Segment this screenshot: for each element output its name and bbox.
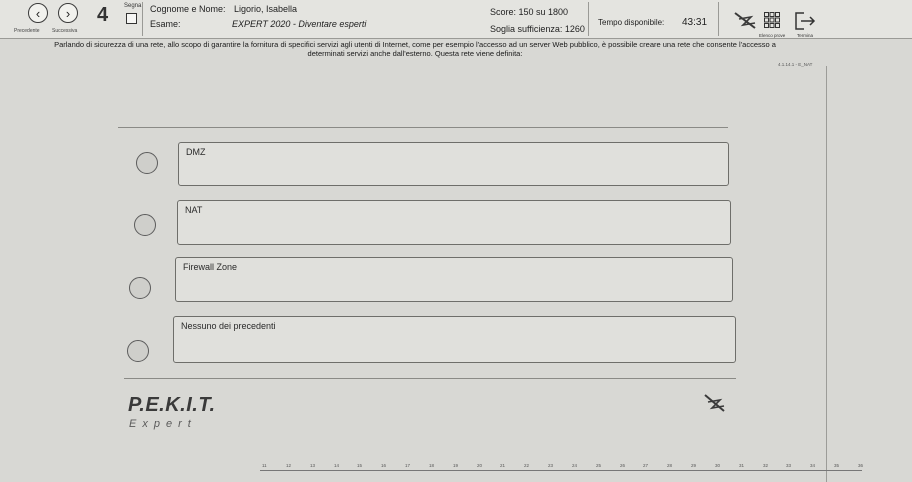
next-button[interactable]: › (58, 3, 78, 23)
timeline-label[interactable]: 27 (643, 463, 648, 468)
question-text: Parlando di sicurezza di una rete, allo … (0, 40, 830, 58)
chevron-left-icon: ‹ (35, 5, 41, 21)
question-line-1: Parlando di sicurezza di una rete, allo … (54, 40, 776, 49)
question-number: 4 (97, 4, 109, 26)
question-timeline: 11 12 13 14 15 16 17 18 19 20 21 22 23 24 25 26 27 28 29 30… (0, 458, 912, 482)
option-radio-nessuno[interactable] (127, 340, 149, 362)
divider (142, 2, 143, 36)
exit-icon[interactable] (794, 11, 818, 31)
divider (588, 2, 589, 36)
previous-button[interactable]: ‹ (28, 3, 48, 23)
timeline-label[interactable]: 20 (477, 463, 482, 468)
next-label: Successiva (52, 28, 78, 34)
timeline-label[interactable]: 13 (310, 463, 315, 468)
exam-value: EXPERT 2020 - Diventare esperti (232, 19, 367, 29)
option-radio-nat[interactable] (134, 214, 156, 236)
option-label: NAT (185, 205, 203, 215)
timeline-label[interactable]: 34 (810, 463, 815, 468)
timeline-label[interactable]: 32 (763, 463, 768, 468)
chevron-right-icon: › (65, 5, 71, 21)
option-dmz[interactable]: DMZ (178, 142, 729, 186)
timeline-label[interactable]: 31 (739, 463, 744, 468)
question-line-2: determinati servizi anche dall'esterno. … (307, 49, 523, 58)
divider (718, 2, 719, 36)
timeline-label[interactable]: 17 (405, 463, 410, 468)
answer-area: DMZ NAT Firewall Zone Nessuno dei preced… (0, 66, 827, 482)
segna-label: Segna (124, 3, 142, 9)
threshold-text: Soglia sufficienza: 1260 (490, 24, 585, 34)
score-text: Score: 150 su 1800 (490, 7, 569, 17)
option-nessuno[interactable]: Nessuno dei precedenti (173, 316, 736, 363)
name-label: Cognome e Nome: (150, 4, 226, 14)
segna-checkbox[interactable] (126, 13, 137, 24)
time-remaining: 43:31 (682, 17, 708, 28)
time-label: Tempo disponibile: (598, 18, 665, 27)
timeline-line (260, 470, 862, 471)
option-firewall-zone[interactable]: Firewall Zone (175, 257, 733, 302)
timeline-label[interactable]: 25 (596, 463, 601, 468)
timeline-label[interactable]: 15 (357, 463, 362, 468)
timeline-label[interactable]: 35 (834, 463, 839, 468)
end-exam-label: Termina (797, 33, 814, 38)
brand-subtitle: Expert (129, 418, 197, 430)
timeline-label[interactable]: 30 (715, 463, 720, 468)
timeline-label[interactable]: 24 (572, 463, 577, 468)
timeline-label[interactable]: 14 (334, 463, 339, 468)
bottom-rule (124, 378, 736, 379)
option-radio-firewall-zone[interactable] (129, 277, 151, 299)
option-label: DMZ (186, 147, 206, 157)
top-rule (118, 127, 728, 128)
exam-label: Esame: (150, 19, 181, 29)
brand-logo: P.E.K.I.T. (128, 394, 216, 416)
timeline-label[interactable]: 12 (286, 463, 291, 468)
timeline-label[interactable]: 19 (453, 463, 458, 468)
timeline-label[interactable]: 11 (262, 463, 267, 468)
question-list-label: Elenco prove (759, 33, 786, 38)
timeline-label[interactable]: 26 (620, 463, 625, 468)
pekit-mark-icon (704, 394, 725, 412)
timeline-label[interactable]: 28 (667, 463, 672, 468)
timeline-label[interactable]: 23 (548, 463, 553, 468)
name-value: Ligorio, Isabella (234, 4, 298, 14)
option-nat[interactable]: NAT (177, 200, 731, 245)
toolbar: ‹ Precedente › Successiva 4 Segna Cognom… (0, 0, 912, 39)
question-list-icon[interactable] (764, 12, 780, 28)
timeline-label[interactable]: 22 (524, 463, 529, 468)
timeline-label[interactable]: 36 (858, 463, 863, 468)
timeline-label[interactable]: 33 (786, 463, 791, 468)
option-label: Firewall Zone (183, 262, 238, 272)
option-label: Nessuno dei precedenti (181, 321, 276, 331)
timeline-label[interactable]: 29 (691, 463, 696, 468)
timeline-label[interactable]: 18 (429, 463, 434, 468)
option-radio-dmz[interactable] (136, 152, 158, 174)
pekit-logo-icon (734, 12, 756, 29)
timeline-label[interactable]: 16 (381, 463, 386, 468)
timeline-label[interactable]: 21 (500, 463, 505, 468)
previous-label: Precedente (14, 28, 40, 34)
